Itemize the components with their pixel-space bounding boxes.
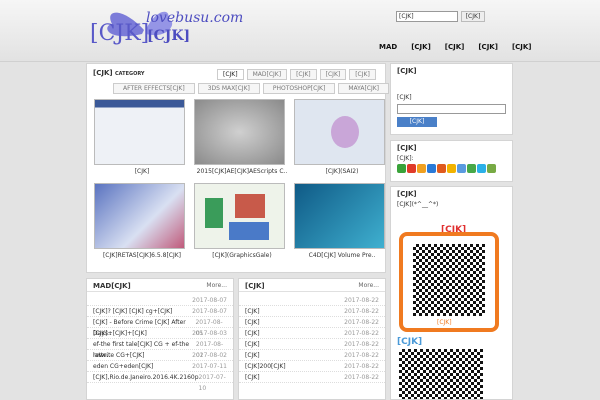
category-card[interactable]: C4D[CJK] Volume Pre.. bbox=[292, 183, 392, 265]
header: [CJK] lovebusu.com [CJK] [CJK] [CJK] MAD… bbox=[0, 0, 600, 62]
thumbnail-image[interactable] bbox=[194, 183, 285, 249]
wechat-text: [CJK](*^__^*) bbox=[397, 201, 439, 208]
nav-item-3[interactable]: [CJK] bbox=[438, 42, 472, 52]
share-icon[interactable] bbox=[457, 164, 466, 173]
list-item[interactable]: [CJK]200[CJK] 2017-08-22 bbox=[239, 361, 385, 372]
share-icon[interactable] bbox=[397, 164, 406, 173]
share-icon[interactable] bbox=[437, 164, 446, 173]
category-title-en: CATEGORY bbox=[115, 71, 145, 77]
list-item[interactable]: 2017-08-22 bbox=[239, 295, 385, 306]
qr-code bbox=[399, 349, 483, 399]
tab-3ds-max[interactable]: 3DS MAX[CJK] bbox=[197, 83, 260, 94]
share-icon[interactable] bbox=[477, 164, 486, 173]
news-list-panel: [CJK] More... 2017-08-22 [CJK] 2017-08-22… bbox=[238, 278, 386, 400]
login-input[interactable] bbox=[397, 104, 506, 114]
list-item[interactable]: [CJK] 2017-08-22 bbox=[239, 328, 385, 339]
login-button[interactable]: [CJK] bbox=[397, 117, 437, 127]
main-nav: MAD [CJK] [CJK] [CJK] [CJK] bbox=[372, 42, 539, 52]
share-icon[interactable] bbox=[487, 164, 496, 173]
share-panel: [CJK] [CJK]: bbox=[390, 140, 513, 182]
category-card[interactable]: [CJK](GraphicsGale) bbox=[192, 183, 292, 265]
category-grid: [CJK] 2015[CJK]AE[CJK]AEScripts C.. [CJK… bbox=[92, 99, 392, 265]
tab-2[interactable]: [CJK] bbox=[290, 69, 317, 80]
tab-mad[interactable]: MAD[CJK] bbox=[246, 69, 288, 80]
thumbnail-image[interactable] bbox=[194, 99, 285, 165]
list-item[interactable]: [CJK],Rio.de.Janeiro.2016.4K.2160p 2017-0… bbox=[87, 372, 233, 392]
news-list: 2017-08-22 [CJK] 2017-08-22 [CJK] 2017-08-… bbox=[239, 295, 385, 383]
more-link[interactable]: More... bbox=[206, 282, 227, 289]
card-caption[interactable]: [CJK](SAI2) bbox=[292, 168, 392, 175]
mad-list-panel: MAD[CJK] More... 2017-08-07 [CJK]? [CJK]… bbox=[86, 278, 234, 400]
shape bbox=[205, 198, 223, 228]
card-caption[interactable]: [CJK](GraphicsGale) bbox=[192, 252, 292, 259]
list-item[interactable]: [CJK]? [CJK] [CJK] cg+[CJK] 2017-08-07 bbox=[87, 306, 233, 317]
list-item[interactable]: [CJK]+[CJK]+[CJK] 2017-08-03 bbox=[87, 328, 233, 339]
list-item[interactable]: [CJK] 2017-08-22 bbox=[239, 372, 385, 383]
thumbnail-image[interactable] bbox=[294, 99, 385, 165]
card-caption[interactable]: C4D[CJK] Volume Pre.. bbox=[292, 252, 392, 259]
category-tabs: [CJK] MAD[CJK] [CJK] [CJK] [CJK] bbox=[217, 69, 383, 80]
shape bbox=[235, 194, 265, 218]
thumbnail-image[interactable] bbox=[94, 99, 185, 165]
share-hint: [CJK]: bbox=[397, 155, 414, 162]
nav-item-mad[interactable]: MAD bbox=[372, 42, 404, 52]
list-item[interactable]: 2017-08-07 bbox=[87, 295, 233, 306]
tab-maya[interactable]: MAYA[CJK] bbox=[338, 83, 390, 94]
login-hint: [CJK] bbox=[397, 94, 412, 101]
category-title: [CJK] bbox=[93, 69, 113, 77]
list-item[interactable]: [CJK] 2017-08-22 bbox=[239, 339, 385, 350]
shape bbox=[229, 222, 269, 240]
card-caption[interactable]: [CJK] bbox=[92, 168, 192, 175]
list-item[interactable]: rewrite CG+[CJK] 2017-08-02 bbox=[87, 350, 233, 361]
search-input[interactable]: [CJK] bbox=[396, 11, 458, 22]
share-icon[interactable] bbox=[417, 164, 426, 173]
list-item[interactable]: [CJK] 2017-08-22 bbox=[239, 317, 385, 328]
thumbnail-image[interactable] bbox=[94, 183, 185, 249]
card-caption[interactable]: 2015[CJK]AE[CJK]AEScripts C.. bbox=[192, 168, 292, 175]
mad-list: 2017-08-07 [CJK]? [CJK] [CJK] cg+[CJK] 20… bbox=[87, 295, 233, 392]
qr-code bbox=[413, 244, 485, 316]
tab-4[interactable]: [CJK] bbox=[349, 69, 376, 80]
login-title: [CJK] bbox=[397, 67, 417, 75]
nav-item-2[interactable]: [CJK] bbox=[404, 42, 438, 52]
nav-item-4[interactable]: [CJK] bbox=[471, 42, 505, 52]
card-caption[interactable]: [CJK]RETAS[CJK]6.5.8[CJK] bbox=[92, 252, 192, 259]
list-item[interactable]: [CJK] 2017-08-22 bbox=[239, 350, 385, 361]
list-item[interactable]: [CJK] - Before Crime [CJK] After Days.. 2… bbox=[87, 317, 233, 337]
tab-after-effects[interactable]: AFTER EFFECTS[CJK] bbox=[113, 83, 195, 94]
category-card[interactable]: [CJK]RETAS[CJK]6.5.8[CJK] bbox=[92, 183, 192, 265]
share-icon[interactable] bbox=[407, 164, 416, 173]
wechat-panel: [CJK] [CJK](*^__^*) [CJK] [CJK] [CJK] bbox=[390, 186, 513, 400]
tab-3[interactable]: [CJK] bbox=[319, 69, 347, 80]
tab-photoshop[interactable]: PHOTOSHOP[CJK] bbox=[262, 83, 336, 94]
list-item[interactable]: [CJK] 2017-08-22 bbox=[239, 306, 385, 317]
bottom-title: [CJK] bbox=[397, 337, 423, 347]
share-icon[interactable] bbox=[447, 164, 456, 173]
share-icon[interactable] bbox=[467, 164, 476, 173]
share-icons bbox=[391, 164, 512, 173]
search-button[interactable]: [CJK] bbox=[461, 11, 485, 22]
qr-code-frame: [CJK] bbox=[399, 232, 499, 332]
thumbnail-image[interactable] bbox=[294, 183, 385, 249]
qr-label: [CJK] bbox=[437, 319, 452, 326]
logo-text: lovebusu.com bbox=[146, 10, 244, 26]
share-title: [CJK] bbox=[397, 144, 417, 152]
category-card[interactable]: [CJK](SAI2) bbox=[292, 99, 392, 181]
login-panel: [CJK] [CJK] [CJK] bbox=[390, 63, 513, 135]
category-tabs-row2: AFTER EFFECTS[CJK] 3DS MAX[CJK] PHOTOSHO… bbox=[113, 83, 393, 94]
wechat-title: [CJK] bbox=[397, 190, 417, 198]
share-icon[interactable] bbox=[427, 164, 436, 173]
list-item[interactable]: eden CG+eden[CJK] 2017-07-11 bbox=[87, 361, 233, 372]
more-link[interactable]: More... bbox=[358, 282, 379, 289]
nav-item-5[interactable]: [CJK] bbox=[505, 42, 539, 52]
category-card[interactable]: 2015[CJK]AE[CJK]AEScripts C.. bbox=[192, 99, 292, 181]
anime-figure bbox=[331, 116, 359, 148]
list-item[interactable]: ef-the first tale[CJK] CG + ef-the latte… bbox=[87, 339, 233, 359]
tab-all[interactable]: [CJK] bbox=[217, 69, 244, 80]
svg-text:[CJK]: [CJK] bbox=[90, 21, 149, 46]
logo-cjk: [CJK] bbox=[147, 28, 191, 44]
category-panel: [CJK] CATEGORY [CJK] MAD[CJK] [CJK] [CJK… bbox=[86, 63, 390, 273]
category-card[interactable]: [CJK] bbox=[92, 99, 192, 181]
